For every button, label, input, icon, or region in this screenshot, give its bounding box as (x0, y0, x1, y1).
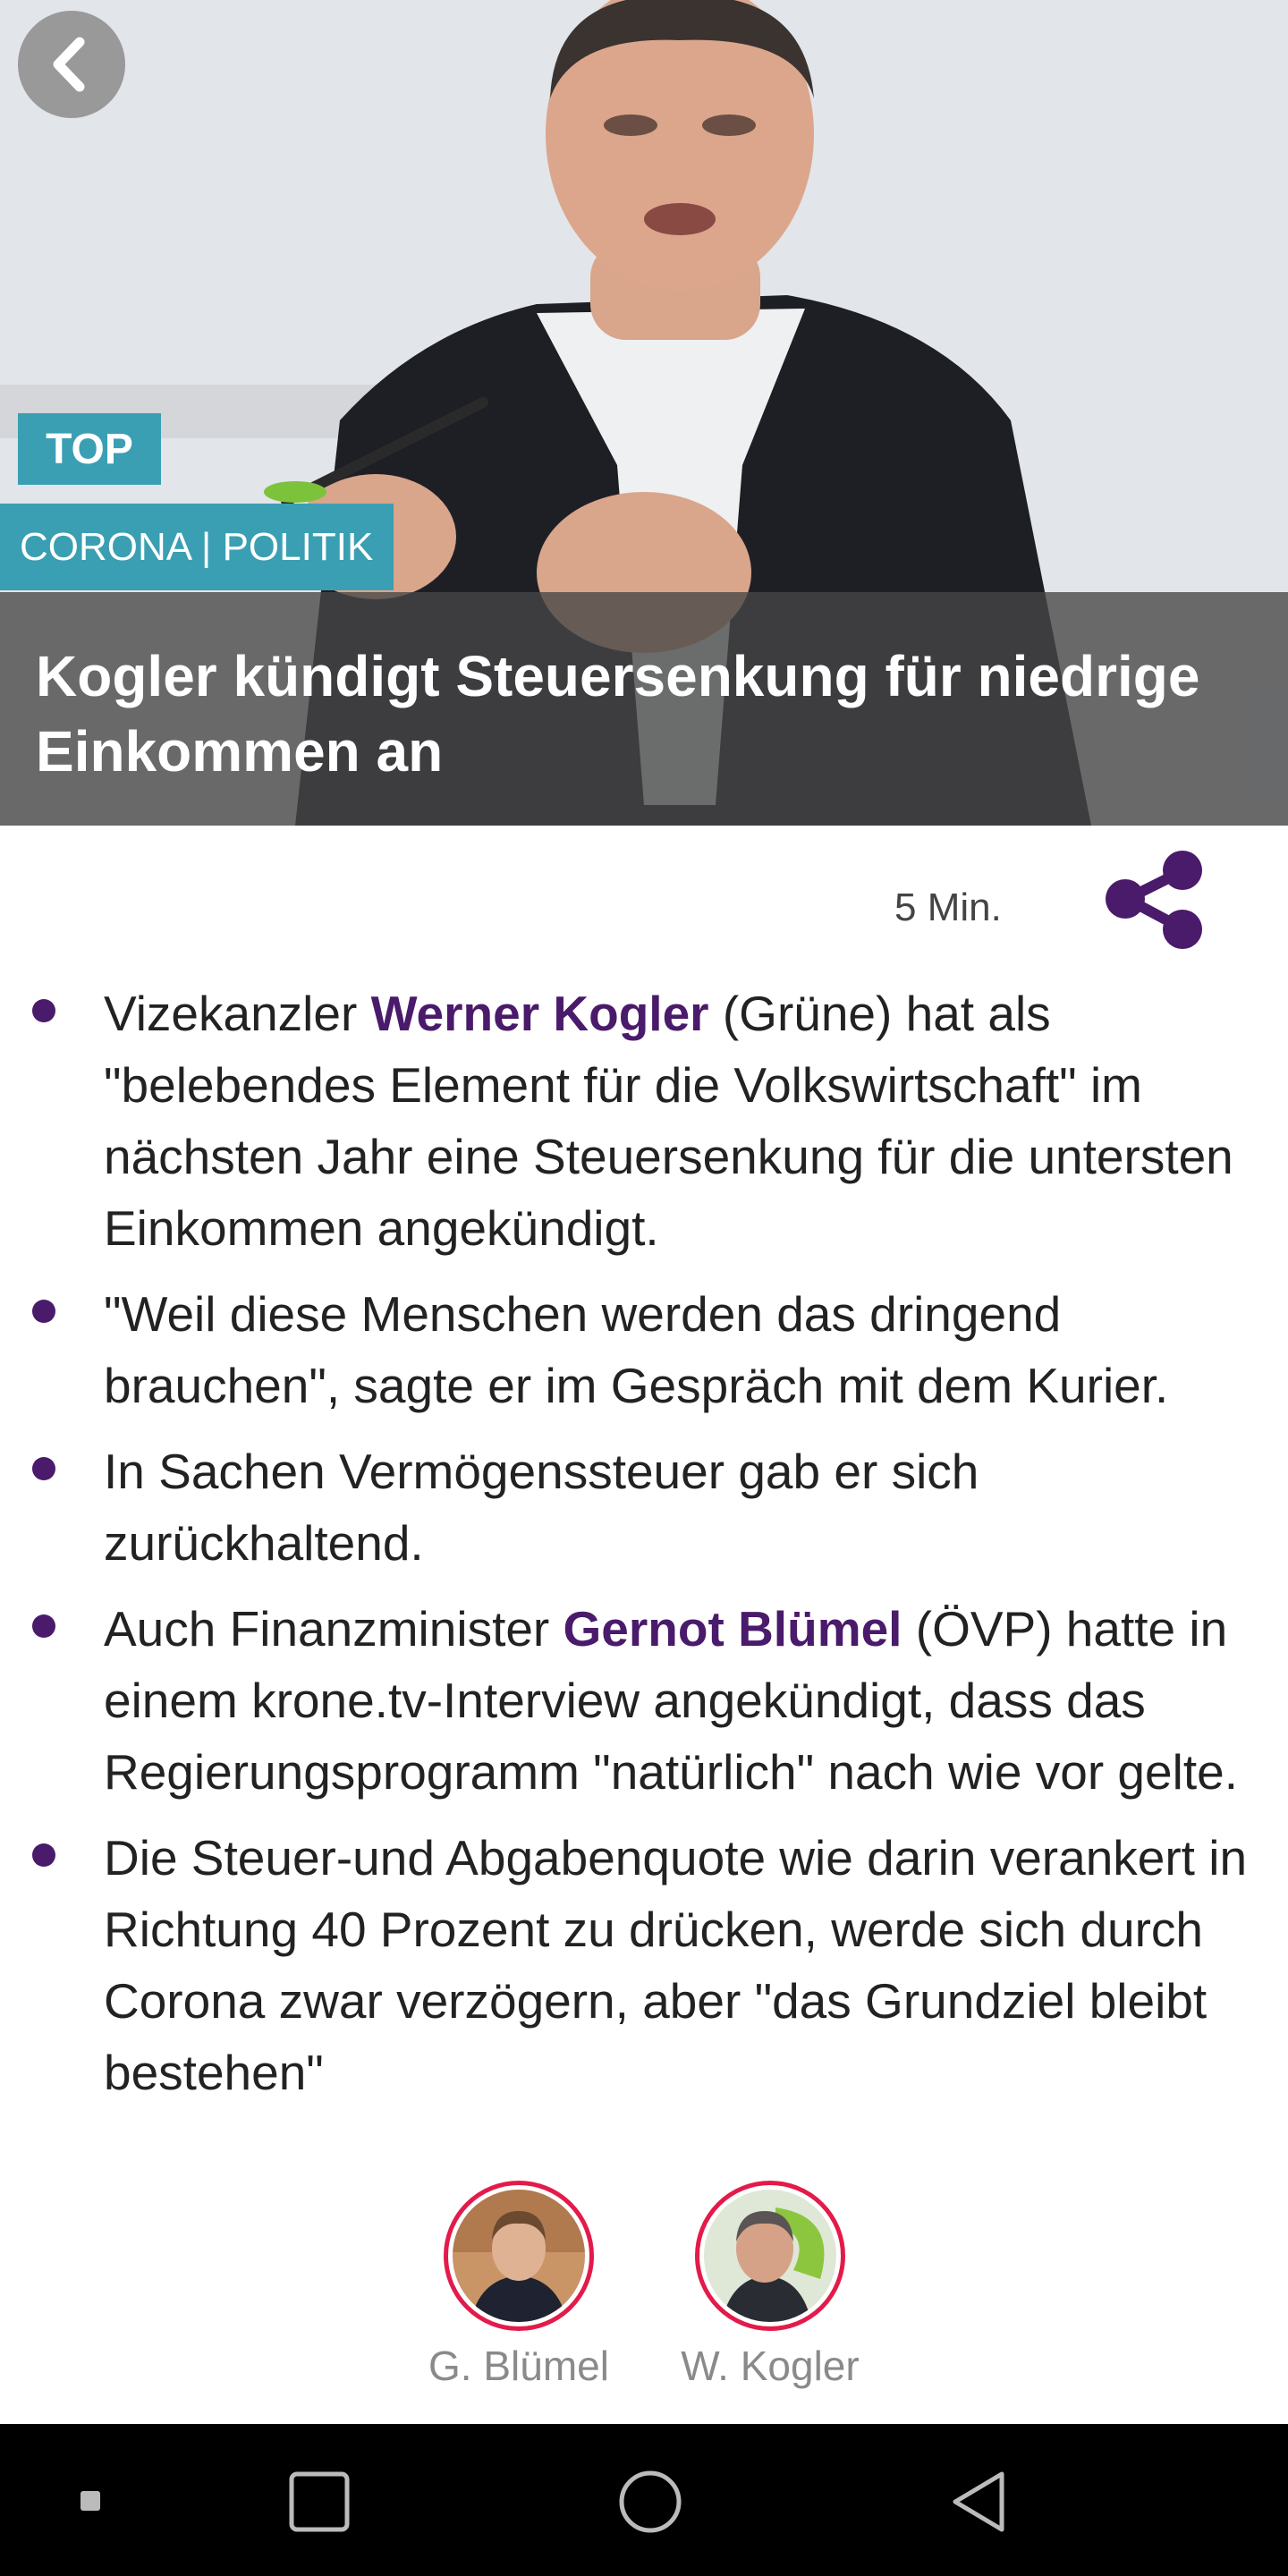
category-label[interactable]: CORONA | POLITIK (0, 504, 394, 590)
person-link-kogler[interactable]: Werner Kogler (371, 986, 709, 1041)
bullet-text: Die Steuer-und Abgabenquote wie darin ve… (104, 1830, 1248, 2100)
avatar-image (453, 2190, 585, 2322)
person-name: W. Kogler (681, 2343, 860, 2389)
system-nav-bar (0, 2424, 1288, 2576)
read-time: 5 Min. (894, 886, 1002, 929)
top-badge: TOP (18, 413, 161, 485)
avatar-image (704, 2190, 836, 2322)
list-item: In Sachen Vermögenssteuer gab er sich zu… (0, 1436, 1288, 1579)
bullet-text: "Weil diese Menschen werden das dringend… (104, 1286, 1169, 1413)
list-item: Vizekanzler Werner Kogler (Grüne) hat al… (0, 978, 1288, 1264)
bullet-icon (32, 1457, 55, 1480)
bullet-text: Vizekanzler (104, 986, 371, 1041)
avatar[interactable] (444, 2181, 594, 2331)
share-icon (1106, 851, 1202, 949)
recent-dot-icon[interactable] (80, 2491, 100, 2511)
person-name: G. Blümel (428, 2343, 609, 2389)
title-overlay: Kogler kündigt Steuersenkung für niedrig… (0, 592, 1288, 826)
bullet-icon (32, 1843, 55, 1867)
circle-home-icon[interactable] (617, 2469, 683, 2539)
article-title: Kogler kündigt Steuersenkung für niedrig… (36, 644, 1200, 784)
summary-list: Vizekanzler Werner Kogler (Grüne) hat al… (0, 978, 1288, 2123)
share-button[interactable] (1100, 845, 1208, 953)
bullet-icon (32, 1300, 55, 1323)
bullet-icon (32, 999, 55, 1022)
square-icon[interactable] (288, 2470, 351, 2538)
person-kogler[interactable]: W. Kogler (672, 2181, 869, 2390)
list-item: "Weil diese Menschen werden das dringend… (0, 1278, 1288, 1421)
avatar[interactable] (695, 2181, 845, 2331)
back-button[interactable] (18, 11, 125, 118)
person-bluemel[interactable]: G. Blümel (420, 2181, 617, 2390)
hero-image: TOP CORONA | POLITIK Kogler kündigt Steu… (0, 0, 1288, 826)
person-link-bluemel[interactable]: Gernot Blümel (564, 1601, 902, 1657)
chevron-left-icon (53, 37, 85, 92)
list-item: Auch Finanzminister Gernot Blümel (ÖVP) … (0, 1593, 1288, 1808)
bullet-text: Auch Finanzminister (104, 1601, 564, 1657)
list-item: Die Steuer-und Abgabenquote wie darin ve… (0, 1822, 1288, 2108)
bullet-icon (32, 1614, 55, 1638)
bullet-text: In Sachen Vermögenssteuer gab er sich zu… (104, 1444, 979, 1571)
triangle-back-icon[interactable] (948, 2469, 1011, 2539)
